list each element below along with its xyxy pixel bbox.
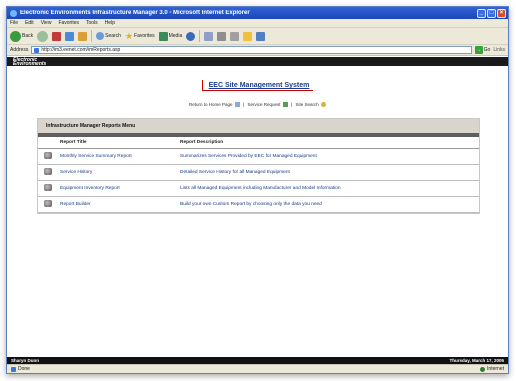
home-page-icon[interactable] xyxy=(234,102,240,108)
column-report-title: Report Title xyxy=(58,137,178,150)
ie-logo-icon xyxy=(10,9,17,17)
go-button[interactable]: → Go xyxy=(474,46,490,54)
close-button[interactable]: × xyxy=(497,8,506,18)
ee-logo: Electronic Environments xyxy=(13,56,47,67)
menu-file[interactable]: File xyxy=(10,20,18,26)
page-nav: Return to Home Page | Service Request | … xyxy=(7,102,508,108)
zone-text: Internet xyxy=(487,366,504,372)
user-name: Sharyn Dunn xyxy=(11,358,40,363)
folder-icon[interactable] xyxy=(243,31,253,41)
report-icon xyxy=(44,168,52,176)
edit-icon[interactable] xyxy=(230,31,240,41)
media-icon xyxy=(158,31,168,41)
service-request-icon[interactable] xyxy=(282,102,288,108)
reports-table: Report Title Report Description Monthly … xyxy=(38,137,479,214)
menu-view[interactable]: View xyxy=(41,20,52,26)
links-button[interactable]: Links xyxy=(493,47,505,53)
browser-status-bar: Done Internet xyxy=(7,364,508,373)
report-title-link[interactable]: Service History xyxy=(58,164,178,182)
page-content: Electronic Environments EEC Site Managem… xyxy=(7,57,508,357)
address-url: http://im3.eenet.com/imReports.asp xyxy=(41,47,121,53)
report-icon xyxy=(44,200,52,208)
refresh-icon[interactable] xyxy=(65,31,75,41)
internet-zone-icon xyxy=(480,366,486,372)
star-icon: ★ xyxy=(124,30,134,41)
address-input[interactable]: http://im3.eenet.com/imReports.asp xyxy=(31,46,472,54)
toolbar-separator xyxy=(199,30,201,42)
table-header-row: Report Title Report Description xyxy=(38,137,479,150)
site-search-link[interactable]: Site Search xyxy=(295,102,318,107)
forward-arrow-icon[interactable] xyxy=(37,30,49,42)
service-request-link[interactable]: Service Request xyxy=(247,102,280,107)
report-description: Build your own Custom Report by choosing… xyxy=(178,196,479,214)
address-bar: Address http://im3.eenet.com/imReports.a… xyxy=(7,45,508,56)
report-title-link[interactable]: Monthly Service Summary Report xyxy=(58,148,178,166)
browser-window: Electronic Environments Infrastructure M… xyxy=(6,6,509,374)
home-link[interactable]: Return to Home Page xyxy=(189,102,233,107)
go-arrow-icon: → xyxy=(474,46,483,54)
table-row[interactable]: Monthly Service Summary Report Summarize… xyxy=(38,148,479,166)
back-arrow-icon xyxy=(10,30,21,42)
reports-panel: Infrastructure Manager Reports Menu Repo… xyxy=(37,118,480,215)
current-date: Thursday, March 17, 2005 xyxy=(449,358,504,363)
report-description: Detailed Service History for all Managed… xyxy=(178,164,479,182)
status-text: Done xyxy=(18,366,30,372)
menu-help[interactable]: Help xyxy=(105,20,115,26)
media-button[interactable]: Media xyxy=(158,31,182,41)
app-status-bar: Sharyn Dunn Thursday, March 17, 2005 xyxy=(7,357,508,364)
column-report-description: Report Description xyxy=(178,137,479,150)
favorites-button[interactable]: ★ Favorites xyxy=(125,31,155,42)
title-bar: Electronic Environments Infrastructure M… xyxy=(7,7,508,19)
search-icon xyxy=(96,32,105,40)
search-button[interactable]: Search xyxy=(96,32,121,40)
status-page-icon xyxy=(11,366,16,372)
home-icon[interactable] xyxy=(78,31,88,41)
window-controls: _ □ × xyxy=(477,8,506,18)
history-icon[interactable] xyxy=(186,31,196,41)
menu-favorites[interactable]: Favorites xyxy=(58,20,79,26)
report-description: Lists all Managed Equipment including Ma… xyxy=(178,180,479,198)
magnifier-icon[interactable] xyxy=(321,102,327,108)
page-header: EEC Site Management System Return to Hom… xyxy=(7,80,508,108)
address-label: Address xyxy=(10,47,29,53)
menu-bar: File Edit View Favorites Tools Help xyxy=(7,19,508,28)
maximize-button[interactable]: □ xyxy=(487,8,496,18)
menu-tools[interactable]: Tools xyxy=(86,20,98,26)
minimize-button[interactable]: _ xyxy=(477,8,486,18)
report-title-link[interactable]: Report Builder xyxy=(58,196,178,214)
print-icon[interactable] xyxy=(217,31,227,41)
stop-icon[interactable] xyxy=(52,31,62,41)
table-row[interactable]: Equipment Inventory Report Lists all Man… xyxy=(38,180,479,198)
page-title: EEC Site Management System xyxy=(201,80,314,91)
toolbar-separator xyxy=(91,30,93,42)
back-button[interactable]: Back xyxy=(10,30,33,42)
toolbar: Back Search ★ Favorites Media xyxy=(7,28,508,45)
report-icon xyxy=(44,184,52,192)
window-title: Electronic Environments Infrastructure M… xyxy=(20,10,250,16)
messenger-icon[interactable] xyxy=(256,31,266,41)
brand-band: Electronic Environments xyxy=(7,57,508,66)
page-icon xyxy=(34,47,40,53)
reports-panel-title: Infrastructure Manager Reports Menu xyxy=(38,119,479,134)
report-icon xyxy=(44,152,52,160)
mail-icon[interactable] xyxy=(204,31,214,41)
report-title-link[interactable]: Equipment Inventory Report xyxy=(58,180,178,198)
menu-edit[interactable]: Edit xyxy=(25,20,34,26)
table-row[interactable]: Service History Detailed Service History… xyxy=(38,164,479,182)
report-description: Summarizes Services Provided by EEC for … xyxy=(178,148,479,166)
table-row[interactable]: Report Builder Build your own Custom Rep… xyxy=(38,196,479,214)
